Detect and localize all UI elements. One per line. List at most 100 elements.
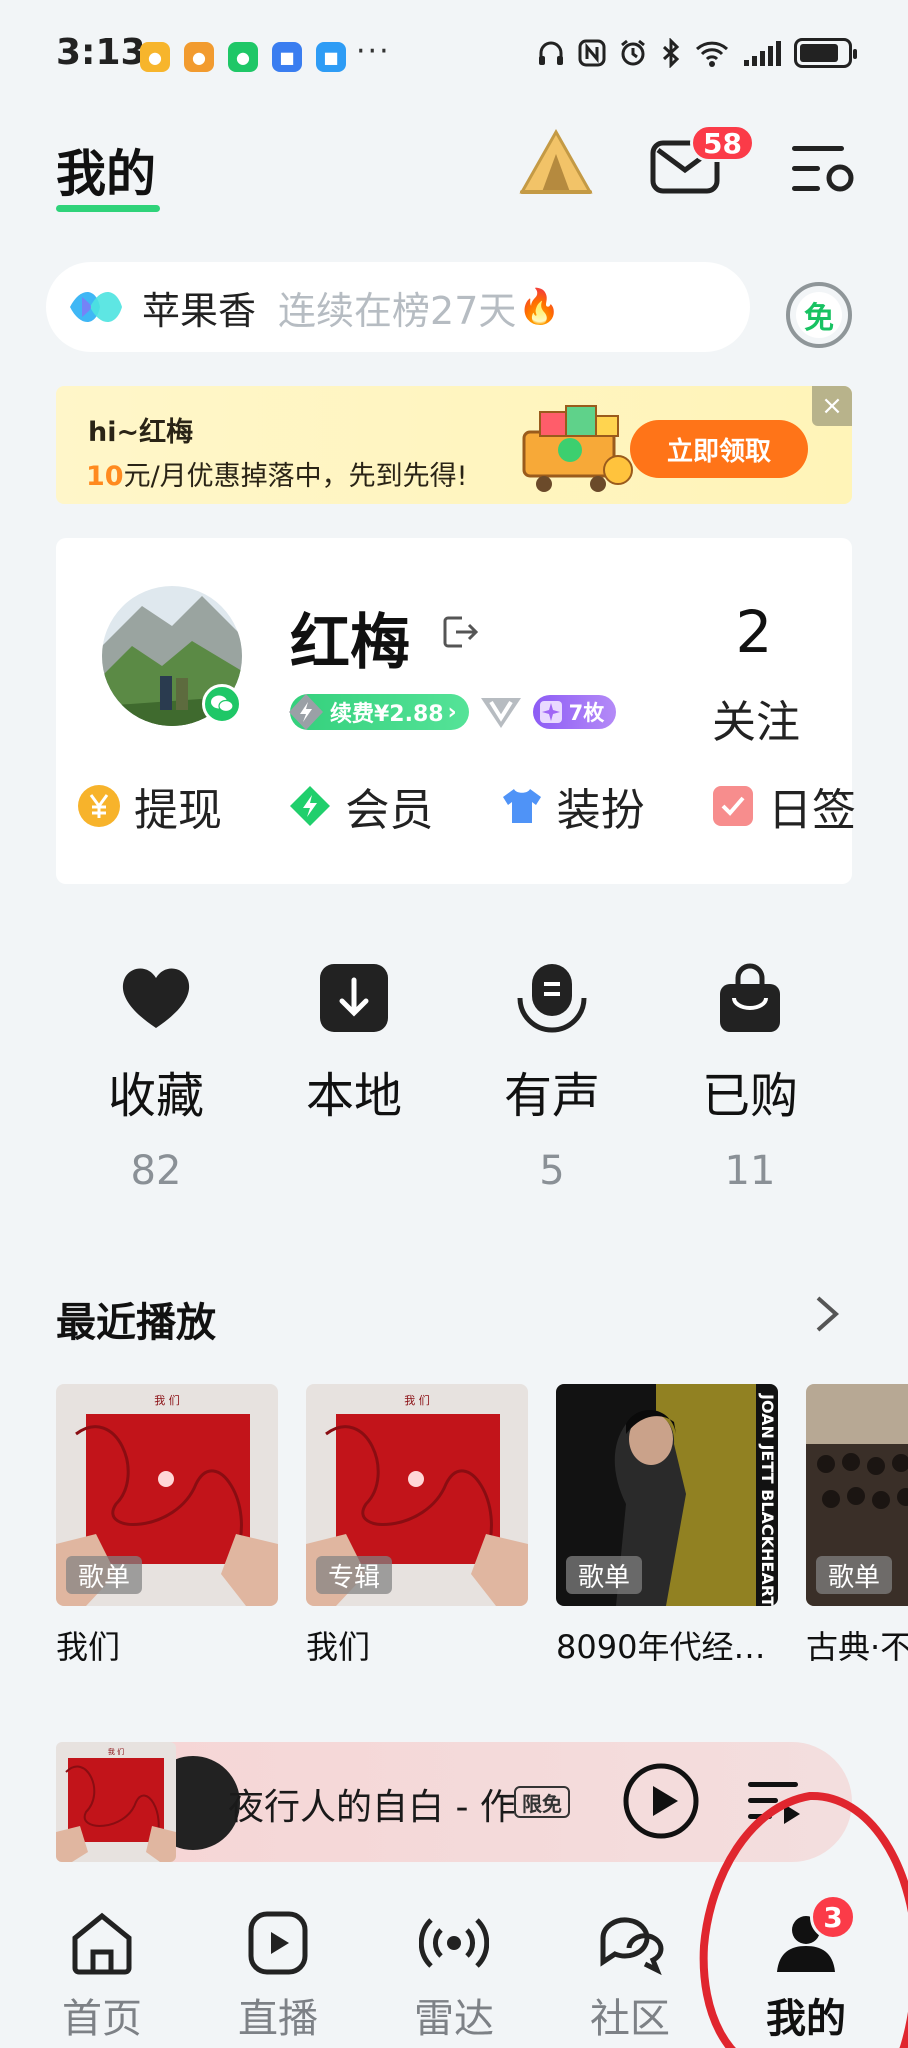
quick-actions: 提现 会员 装扮 日签 <box>76 774 856 838</box>
quick-daily-sign[interactable]: 日签 <box>710 774 856 838</box>
nfc-icon <box>578 39 606 67</box>
tab-label: 社区 <box>590 1996 670 2042</box>
playlist-cover: 我 们 歌单 <box>56 1384 278 1606</box>
shortcut-purchased[interactable]: 已购 11 <box>650 958 850 1196</box>
menu-settings-icon[interactable] <box>790 142 856 196</box>
renew-label: 续费¥2.88 <box>330 702 444 727</box>
renew-vip-pill[interactable]: 续费¥2.88 › <box>289 694 469 730</box>
signal-icon <box>744 41 781 66</box>
search-bar[interactable]: 苹果香 连续在榜27天 🔥 <box>46 262 750 352</box>
cover-text: 我 们 <box>154 1393 180 1407</box>
username[interactable]: 红梅 <box>290 594 410 681</box>
quick-dressup[interactable]: 装扮 <box>499 774 645 838</box>
recent-row: 我 们 歌单 我们 我 们 专辑 我们 JOAN JETT BLACKHEART… <box>56 1384 908 1674</box>
music-logo-icon <box>70 292 122 322</box>
cover-text: JOAN JETT BLACKHEARTS <box>758 1393 777 1606</box>
fire-icon: 🔥 <box>518 287 561 327</box>
radar-icon <box>419 1918 489 1968</box>
promo-offer: 10元/月优惠掉落中，先到先得! <box>86 454 468 493</box>
wechat-icon <box>202 684 242 724</box>
page-title[interactable]: 我的 <box>56 134 156 206</box>
weibo-icon: ● <box>184 42 214 72</box>
vip-row: 续费¥2.88 › 7枚 <box>289 694 617 730</box>
quick-withdraw[interactable]: 提现 <box>76 774 222 838</box>
recent-item[interactable]: JOAN JETT BLACKHEARTS 歌单 8090年代经… <box>556 1384 778 1668</box>
tab-badge: 3 <box>810 1894 856 1940</box>
tab-mine[interactable]: 我的 3 <box>726 1894 886 2044</box>
tab-home[interactable]: 首页 <box>22 1908 182 2044</box>
cover-text: 我 们 <box>108 1747 124 1756</box>
v-badge-icon[interactable] <box>479 694 523 730</box>
tent-icon[interactable] <box>518 128 594 196</box>
live-play-icon <box>248 1911 308 1975</box>
mail-badge: 58 <box>690 124 755 162</box>
shortcut-label: 收藏 <box>107 1068 204 1124</box>
podcast-icon <box>517 964 587 1033</box>
recent-name: 8090年代经… <box>556 1628 766 1666</box>
promo-banner[interactable]: hi~红梅 10元/月优惠掉落中，先到先得! 立即领取 × <box>56 386 852 504</box>
follow-label[interactable]: 关注 <box>676 686 836 750</box>
recent-name: 我们 <box>306 1628 371 1666</box>
promo-price: 10 <box>86 461 124 492</box>
battery-icon <box>794 38 857 68</box>
free-label: 免 <box>796 292 842 338</box>
cover-tag: 歌单 <box>566 1556 643 1594</box>
tab-radar[interactable]: 雷达 <box>374 1908 534 2044</box>
switch-account-icon[interactable] <box>442 614 480 650</box>
status-bar: 3:13 ● ● ● ■ ■ ··· <box>0 0 908 110</box>
download-icon <box>320 964 388 1032</box>
shortcut-count: 11 <box>724 1148 776 1194</box>
wechat-icon: ● <box>228 42 258 72</box>
promo-greeting: hi~红梅 <box>88 417 194 448</box>
claim-button[interactable]: 立即领取 <box>630 420 808 478</box>
tab-community[interactable]: 社区 <box>550 1908 710 2044</box>
shortcut-count: 5 <box>539 1148 565 1194</box>
app-icon: ■ <box>272 42 302 72</box>
shortcut-favorites[interactable]: 收藏 82 <box>56 958 256 1196</box>
title-underline <box>56 205 160 212</box>
follow-count[interactable]: 2 <box>704 598 804 666</box>
quick-vip[interactable]: 会员 <box>287 774 433 838</box>
chevron-right-icon: › <box>447 699 457 725</box>
checkbox-icon <box>712 786 753 826</box>
more-notifications-icon: ··· <box>356 34 391 69</box>
shortcut-label: 已购 <box>701 1068 798 1124</box>
lightning-icon <box>289 694 323 730</box>
recent-title: 最近播放 <box>56 1300 216 1346</box>
recent-name: 古典·不 <box>806 1628 908 1666</box>
tab-label: 直播 <box>238 1996 318 2042</box>
quick-label: 提现 <box>134 785 222 836</box>
coin-pill[interactable]: 7枚 <box>532 695 617 729</box>
cover-tag: 歌单 <box>66 1556 143 1594</box>
system-icons <box>536 38 857 68</box>
chevron-right-icon[interactable] <box>812 1292 842 1336</box>
yen-coin-icon <box>78 785 120 827</box>
tshirt-icon <box>502 789 541 823</box>
cover-tag: 歌单 <box>816 1556 893 1594</box>
shortcut-local[interactable]: 本地 <box>254 958 454 1196</box>
coins-label: 7枚 <box>568 701 605 725</box>
shortcut-count: 82 <box>130 1148 182 1194</box>
gift-cart-icon <box>522 405 633 492</box>
heart-icon <box>122 968 190 1028</box>
playlist-cover: JOAN JETT BLACKHEARTS 歌单 <box>556 1384 778 1606</box>
recent-item[interactable]: 我 们 专辑 我们 <box>306 1384 528 1668</box>
wifi-icon <box>695 41 729 67</box>
chat-icon: ■ <box>316 42 346 72</box>
status-app-icons: ● ● ● ■ ■ <box>140 42 346 72</box>
shortcut-audio[interactable]: 有声 5 <box>452 958 652 1196</box>
close-icon[interactable]: × <box>812 386 852 426</box>
tab-label: 我的 <box>766 1996 846 2042</box>
quick-label: 装扮 <box>556 785 645 836</box>
sparkle-icon <box>539 701 562 723</box>
free-button[interactable]: 免 <box>786 282 852 348</box>
diamond-icon <box>290 786 331 826</box>
tab-live[interactable]: 直播 <box>198 1908 358 2044</box>
alarm-icon <box>621 39 645 66</box>
shortcut-label: 有声 <box>503 1068 600 1124</box>
home-icon <box>72 1912 132 1975</box>
headphones-icon <box>539 41 563 65</box>
recent-item[interactable]: 歌单 古典·不 <box>806 1384 908 1668</box>
recent-item[interactable]: 我 们 歌单 我们 <box>56 1384 278 1668</box>
search-song: 苹果香 <box>142 288 257 333</box>
